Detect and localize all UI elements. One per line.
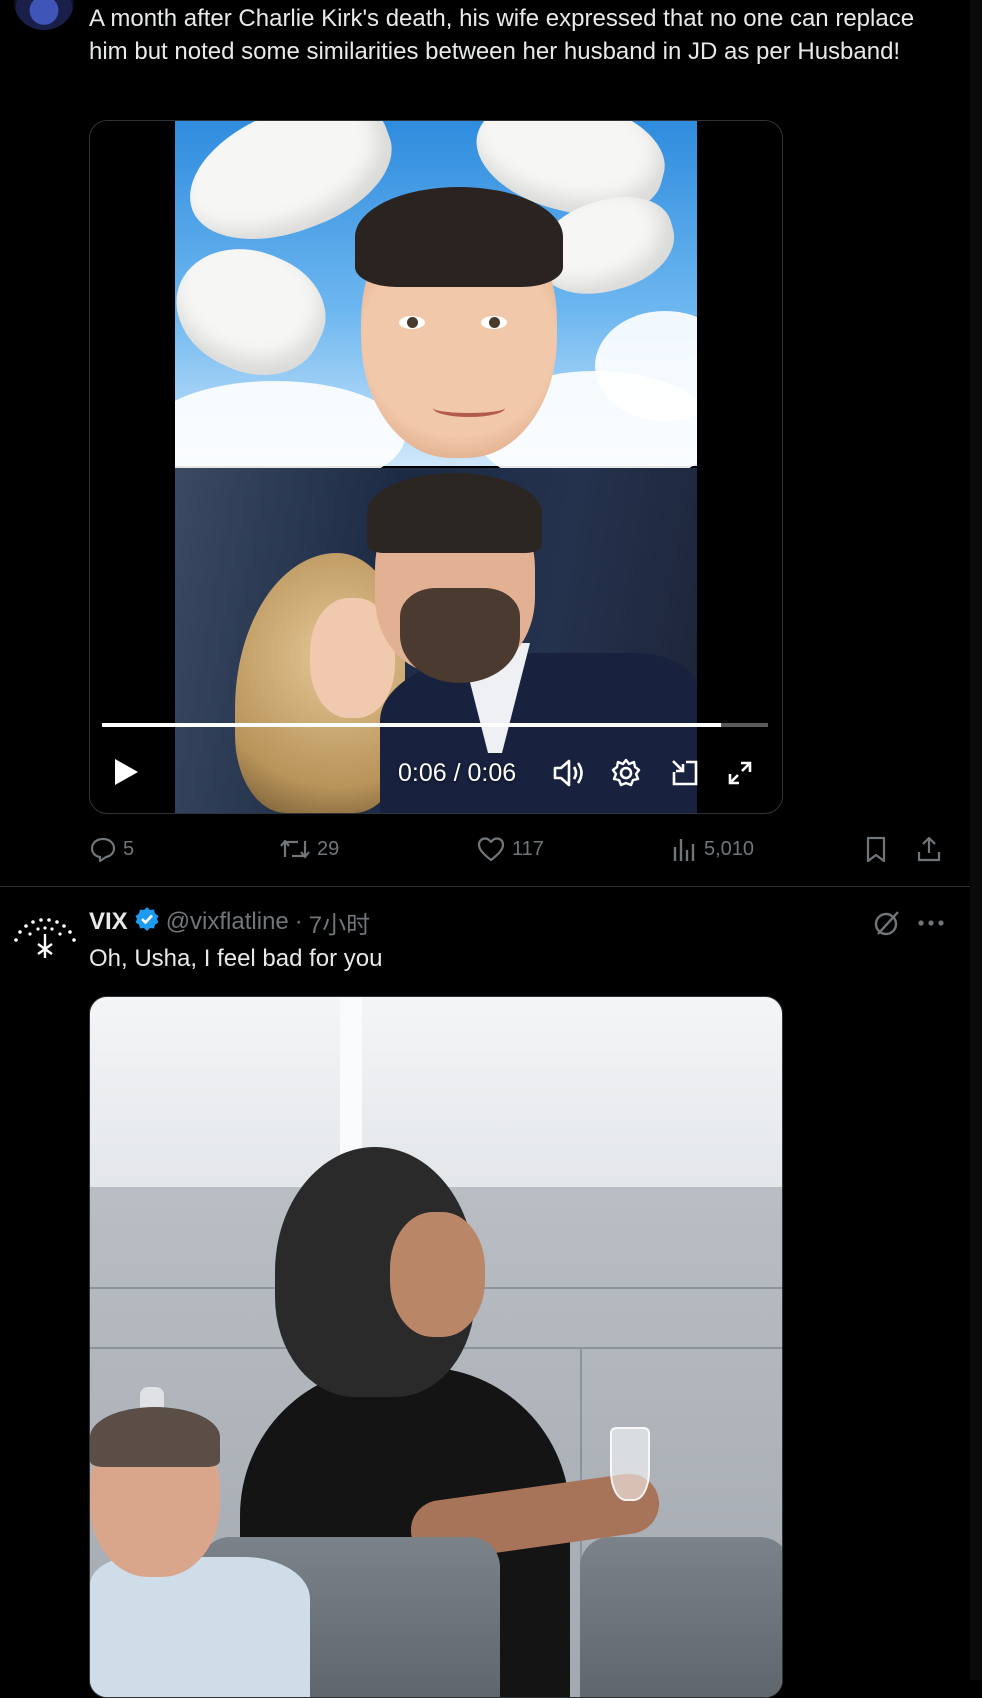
reply-button[interactable]: 5 [89, 835, 134, 863]
more-icon[interactable] [916, 910, 946, 936]
play-icon[interactable] [112, 757, 142, 789]
scrollbar-track[interactable] [970, 0, 982, 1680]
tweet-header: VIX @vixflatline · 7小时 [89, 905, 370, 940]
verified-badge-icon[interactable] [134, 906, 160, 939]
video-top-image [175, 121, 697, 491]
tweet-text: Oh, Usha, I feel bad for you [89, 945, 383, 972]
gear-icon[interactable] [610, 757, 642, 789]
timeline-column: A month after Charlie Kirk's death, his … [0, 0, 970, 1698]
avatar[interactable] [10, 910, 80, 966]
share-button[interactable] [915, 835, 943, 863]
bookmark-button[interactable] [863, 835, 889, 863]
video-player[interactable]: 0:06 / 0:06 [89, 120, 783, 814]
avatar[interactable] [14, 0, 74, 30]
share-icon [915, 835, 943, 863]
repost-button[interactable]: 29 [279, 835, 339, 863]
video-time: 0:06 / 0:06 [398, 759, 517, 787]
tweet-actions: 5 29 117 5,010 [89, 835, 949, 865]
timestamp[interactable]: 7小时 [309, 905, 370, 940]
like-count: 117 [512, 837, 544, 860]
repost-count: 29 [317, 837, 340, 860]
video-progress-fill [102, 723, 722, 727]
video-frame [175, 121, 697, 813]
bookmark-icon [863, 835, 889, 863]
views-count: 5,010 [704, 837, 755, 860]
tweet-divider [0, 886, 970, 887]
tweet-photo[interactable] [89, 996, 783, 1698]
views-button[interactable]: 5,010 [672, 835, 754, 863]
volume-icon[interactable] [552, 757, 586, 789]
video-progress-bar[interactable] [102, 723, 768, 727]
repost-icon [279, 835, 311, 863]
reply-icon [89, 835, 117, 863]
like-button[interactable]: 117 [476, 835, 544, 863]
user-handle[interactable]: @vixflatline [166, 908, 289, 936]
tweet-text: A month after Charlie Kirk's death, his … [89, 5, 921, 65]
grok-icon[interactable] [872, 908, 902, 938]
separator-dot: · [294, 908, 303, 935]
pip-icon[interactable] [670, 758, 700, 788]
heart-icon [476, 835, 506, 863]
reply-count: 5 [123, 837, 135, 860]
views-icon [672, 835, 698, 863]
display-name[interactable]: VIX [89, 908, 128, 936]
fullscreen-icon[interactable] [726, 759, 754, 787]
